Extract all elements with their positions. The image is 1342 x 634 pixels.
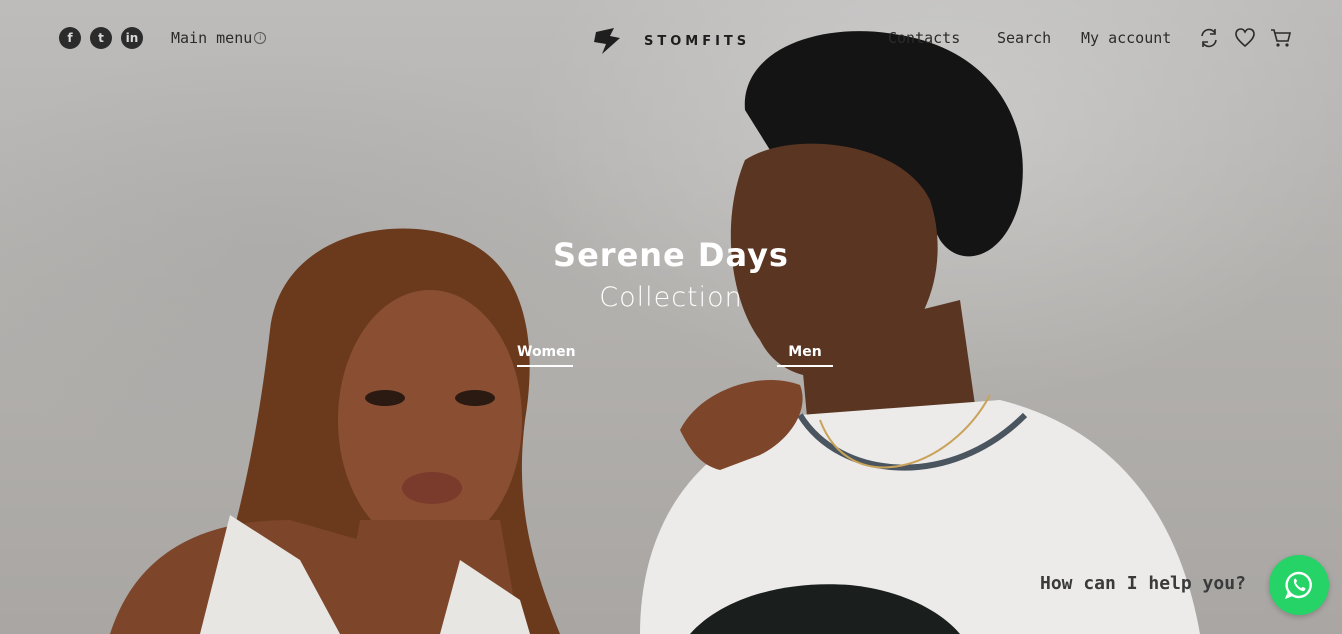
whatsapp-chat-button[interactable] bbox=[1269, 555, 1329, 615]
hero-title: Serene Days bbox=[553, 236, 789, 274]
top-nav: Contacts Search My account bbox=[0, 29, 1342, 49]
nav-contacts[interactable]: Contacts bbox=[888, 29, 960, 47]
hero-banner: f t in Main menu i STOMFITS Contacts Sea… bbox=[0, 0, 1342, 634]
wishlist-heart-icon[interactable] bbox=[1234, 27, 1256, 49]
men-collection-link[interactable]: Men bbox=[777, 344, 833, 367]
women-collection-link[interactable]: Women bbox=[517, 344, 576, 367]
nav-my-account[interactable]: My account bbox=[1081, 29, 1171, 47]
cart-icon[interactable] bbox=[1270, 27, 1292, 49]
chat-prompt[interactable]: How can I help you? bbox=[1040, 573, 1246, 594]
nav-search[interactable]: Search bbox=[997, 29, 1051, 47]
whatsapp-icon bbox=[1284, 571, 1312, 600]
hero-subtitle: Collection bbox=[599, 282, 743, 313]
hero-photo bbox=[110, 31, 1200, 634]
site-header: f t in Main menu i STOMFITS Contacts Sea… bbox=[0, 0, 1342, 78]
compare-icon[interactable] bbox=[1198, 27, 1220, 49]
header-icons bbox=[1198, 27, 1292, 49]
